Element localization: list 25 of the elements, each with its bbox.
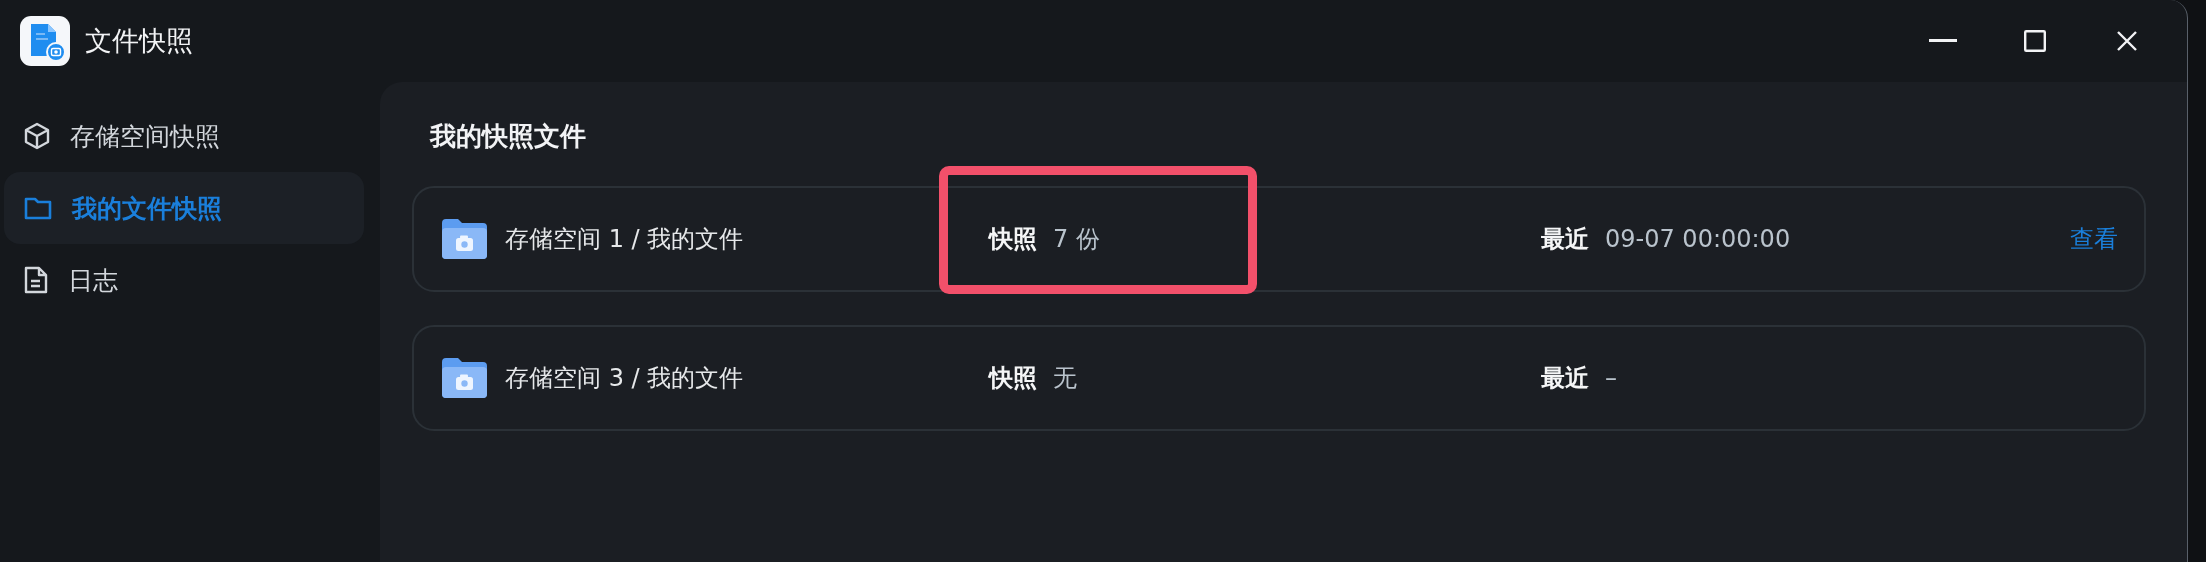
app-logo-icon [20,16,70,66]
recent-time: 09-07 00:00:00 [1605,225,1791,253]
maximize-icon [2024,30,2046,52]
close-icon [2116,30,2138,52]
sidebar-item[interactable]: 我的文件快照 [4,172,364,244]
recent-label: 最近 [1541,363,1589,394]
sidebar-item[interactable]: 存储空间快照 [4,100,364,172]
minimize-icon [1929,39,1957,43]
snapshot-count: 无 [1053,363,1077,394]
folder-path: 存储空间 3 / 我的文件 [505,363,744,394]
document-icon [24,266,48,294]
recent-label: 最近 [1541,224,1589,255]
cube-icon [24,122,50,150]
folder-camera-icon [442,358,487,398]
snapshot-label: 快照 [989,363,1037,394]
view-link[interactable]: 查看 [2070,223,2118,255]
snapshot-label: 快照 [989,224,1037,255]
window-title: 文件快照 [85,24,193,58]
folder-path: 存储空间 1 / 我的文件 [505,224,744,255]
folder-camera-icon [442,219,487,259]
snapshot-count: 7 份 [1053,224,1100,255]
recent-time: – [1605,364,1617,392]
sidebar-item[interactable]: 日志 [4,244,364,316]
section-heading: 我的快照文件 [430,120,587,153]
folder-icon [24,196,52,220]
